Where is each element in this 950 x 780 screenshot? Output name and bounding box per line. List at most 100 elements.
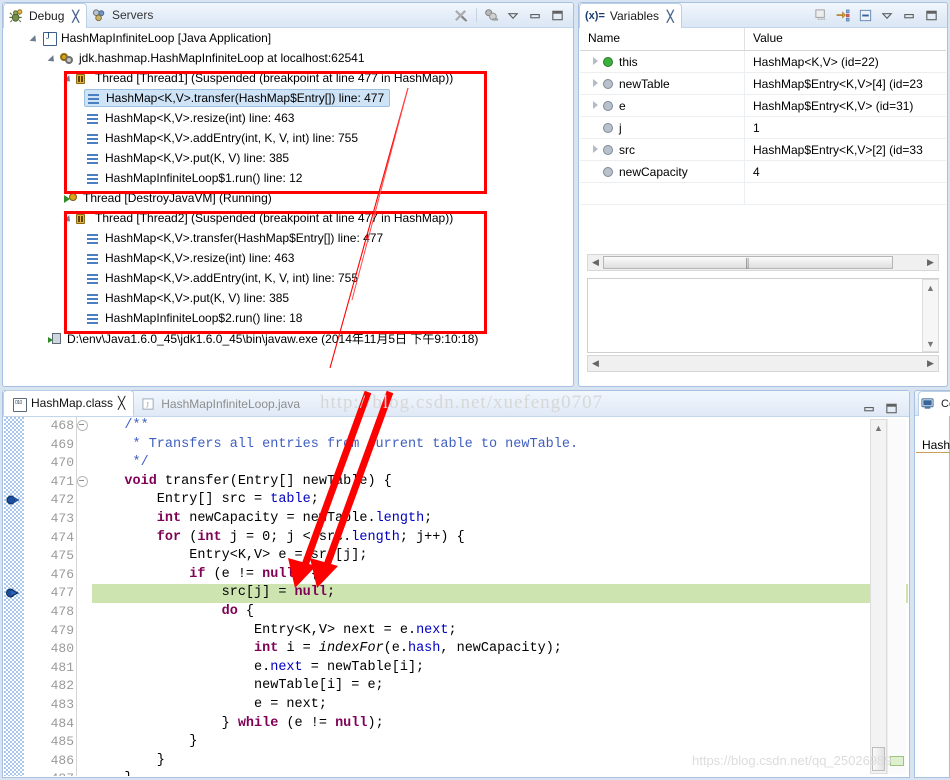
detail-pane-hscrollbar[interactable]: ◀ ▶	[587, 355, 939, 372]
code-line[interactable]: src[j] = null;	[92, 584, 908, 603]
code-line[interactable]: e = next;	[92, 696, 908, 715]
expand-arrow-icon[interactable]	[590, 100, 603, 112]
overview-marker-current-line[interactable]	[890, 756, 904, 766]
variables-detail-pane[interactable]	[587, 278, 939, 353]
view-menu-icon[interactable]	[506, 8, 521, 23]
expand-arrow-icon[interactable]	[64, 72, 76, 84]
scroll-up-arrow-icon[interactable]: ▲	[923, 280, 938, 295]
column-header-name[interactable]: Name	[580, 28, 745, 50]
tree-row-thread1[interactable]: Thread [Thread1] (Suspended (breakpoint …	[4, 68, 572, 88]
hscroll-thumb[interactable]: ║	[603, 256, 893, 269]
variable-row[interactable]: this HashMap<K,V> (id=22)	[580, 51, 946, 73]
variable-row[interactable]: src HashMap$Entry<K,V>[2] (id=33	[580, 139, 946, 161]
expand-arrow-icon[interactable]	[590, 144, 603, 156]
code-line[interactable]: e.next = newTable[i];	[92, 659, 908, 678]
expand-arrow-icon[interactable]	[30, 32, 42, 44]
tree-row-thread2[interactable]: Thread [Thread2] (Suspended (breakpoint …	[4, 208, 572, 228]
minimize-icon[interactable]	[902, 8, 917, 23]
tree-row-frame[interactable]: HashMapInfiniteLoop$1.run() line: 12	[4, 168, 572, 188]
show-detail-pane-icon[interactable]	[858, 8, 873, 23]
column-header-value[interactable]: Value	[745, 28, 946, 50]
line-number: 485	[50, 734, 74, 750]
tab-debug[interactable]: Debug ╳	[3, 3, 87, 28]
tab-console[interactable]: Co	[918, 391, 950, 416]
debug-tree[interactable]: HashMapInfiniteLoop [Java Application] j…	[4, 28, 572, 385]
code-line[interactable]: for (int j = 0; j < src.length; j++) {	[92, 529, 908, 548]
expand-arrow-icon[interactable]	[590, 56, 603, 68]
tree-row-debug-target[interactable]: jdk.hashmap.HashMapInfiniteLoop at local…	[4, 48, 572, 68]
tree-row-frame[interactable]: HashMap<K,V>.addEntry(int, K, V, int) li…	[4, 128, 572, 148]
code-editor[interactable]: 468 469 470 471 472 473 474 475 476 477 …	[4, 417, 908, 776]
detail-pane-vscrollbar[interactable]: ▲ ▼	[922, 279, 939, 352]
code-line[interactable]: }	[92, 733, 908, 752]
tab-hashmap-class[interactable]: HashMap.class ╳	[3, 390, 135, 416]
code-line[interactable]: * Transfers all entries from current tab…	[92, 436, 908, 455]
minimize-icon[interactable]	[528, 8, 543, 23]
collapse-all-icon[interactable]	[836, 8, 851, 23]
variable-row[interactable]: j 1	[580, 117, 946, 139]
variable-row[interactable]: e HashMap$Entry<K,V> (id=31)	[580, 95, 946, 117]
folding-ruler[interactable]	[77, 417, 91, 776]
breakpoint-marker-472[interactable]	[6, 492, 22, 508]
outline-entry[interactable]: HashM	[916, 416, 950, 453]
tree-row-frame[interactable]: HashMapInfiniteLoop$2.run() line: 18	[4, 308, 572, 328]
tab-servers[interactable]: Servers	[87, 4, 160, 27]
scroll-right-arrow-icon[interactable]: ▶	[923, 255, 938, 270]
scroll-up-arrow-icon[interactable]: ▲	[871, 420, 886, 435]
editor-overview-ruler[interactable]	[887, 419, 906, 774]
code-line[interactable]: Entry[] src = table;	[92, 491, 908, 510]
tree-row-frame[interactable]: HashMap<K,V>.put(K, V) line: 385	[4, 148, 572, 168]
tree-row-launch[interactable]: HashMapInfiniteLoop [Java Application]	[4, 28, 572, 48]
outline-content[interactable]: HashM	[916, 416, 950, 776]
tree-row-frame[interactable]: HashMap<K,V>.addEntry(int, K, V, int) li…	[4, 268, 572, 288]
code-line[interactable]: int i = indexFor(e.hash, newCapacity);	[92, 640, 908, 659]
tree-row-frame[interactable]: HashMap<K,V>.put(K, V) line: 385	[4, 288, 572, 308]
code-line[interactable]: }	[92, 770, 908, 776]
code-line[interactable]: void transfer(Entry[] newTable) {	[92, 473, 908, 492]
fold-toggle-468[interactable]	[77, 417, 91, 436]
scroll-left-arrow-icon[interactable]: ◀	[588, 356, 603, 371]
remove-all-terminated-icon[interactable]	[454, 8, 469, 23]
scroll-down-arrow-icon[interactable]: ▼	[923, 336, 938, 351]
scroll-left-arrow-icon[interactable]: ◀	[588, 255, 603, 270]
tree-row-frame[interactable]: HashMap<K,V>.resize(int) line: 463	[4, 248, 572, 268]
code-line[interactable]: /**	[92, 417, 908, 436]
tree-row-frame[interactable]: HashMap<K,V>.transfer(HashMap$Entry[]) l…	[4, 228, 572, 248]
maximize-icon[interactable]	[884, 401, 899, 416]
tree-row-frame[interactable]: HashMap<K,V>.resize(int) line: 463	[4, 108, 572, 128]
variable-row[interactable]: newCapacity 4	[580, 161, 946, 183]
tab-hashmapinfiniteloop-java[interactable]: J HashMapInfiniteLoop.java	[134, 392, 308, 416]
tab-variables[interactable]: (x)= Variables ╳	[579, 3, 682, 28]
tree-row-process[interactable]: D:\env\Java1.6.0_45\jdk1.6.0_45\bin\java…	[4, 328, 572, 348]
scroll-right-arrow-icon[interactable]: ▶	[923, 356, 938, 371]
code-line[interactable]: */	[92, 454, 908, 473]
code-line[interactable]: if (e != null) {	[92, 566, 908, 585]
code-text[interactable]: /** * Transfers all entries from current…	[92, 417, 908, 776]
expand-arrow-icon[interactable]	[590, 78, 603, 90]
expand-arrow-icon[interactable]	[48, 52, 60, 64]
view-menu-icon[interactable]	[880, 8, 895, 23]
expand-arrow-icon[interactable]	[64, 212, 76, 224]
code-line[interactable]: Entry<K,V> e = src[j];	[92, 547, 908, 566]
variable-name: this	[619, 54, 638, 69]
show-logical-structure-icon[interactable]	[814, 8, 829, 23]
tree-row-frame-selected[interactable]: HashMap<K,V>.transfer(HashMap$Entry[]) l…	[4, 88, 572, 108]
variable-row[interactable]: newTable HashMap$Entry<K,V>[4] (id=23	[580, 73, 946, 95]
debug-view-menu-icon[interactable]	[484, 8, 499, 23]
minimize-icon[interactable]	[862, 401, 877, 416]
variables-hscrollbar[interactable]: ◀ ║ ▶	[587, 254, 939, 271]
tree-row-destroyjavavm[interactable]: Thread [DestroyJavaVM] (Running)	[4, 188, 572, 208]
code-line[interactable]: do {	[92, 603, 908, 622]
code-line[interactable]: Entry<K,V> next = e.next;	[92, 622, 908, 641]
code-line[interactable]: int newCapacity = newTable.length;	[92, 510, 908, 529]
maximize-icon[interactable]	[550, 8, 565, 23]
code-line[interactable]: newTable[i] = e;	[92, 677, 908, 696]
fold-toggle-471[interactable]	[77, 473, 91, 492]
code-line[interactable]: } while (e != null);	[92, 715, 908, 734]
close-icon[interactable]: ╳	[72, 10, 79, 23]
close-icon[interactable]: ╳	[667, 10, 674, 23]
breakpoint-marker-477-current[interactable]	[6, 585, 22, 601]
maximize-icon[interactable]	[924, 8, 939, 23]
editor-vscrollbar[interactable]: ▲	[870, 419, 887, 774]
close-icon[interactable]: ╳	[118, 396, 125, 410]
